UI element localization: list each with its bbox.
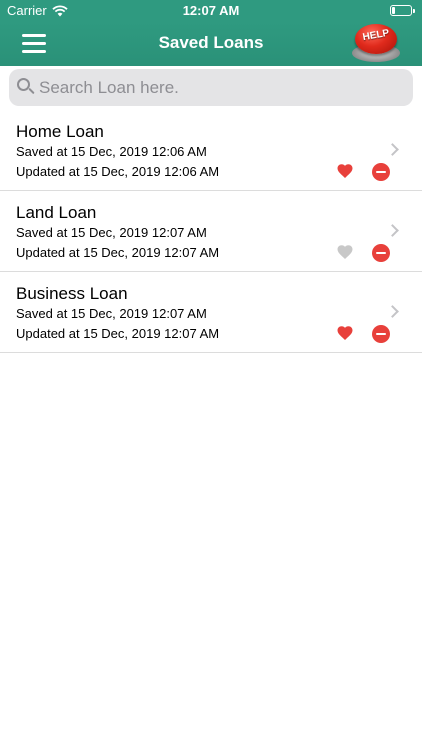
saved-timestamp: Saved at 15 Dec, 2019 12:07 AM xyxy=(16,306,207,321)
heart-icon[interactable] xyxy=(336,162,354,180)
chevron-right-icon xyxy=(386,305,399,318)
loan-name: Business Loan xyxy=(16,284,128,303)
status-time: 12:07 AM xyxy=(182,3,240,18)
heart-icon[interactable] xyxy=(336,243,354,261)
search-input[interactable] xyxy=(39,69,407,106)
chevron-right-icon xyxy=(386,224,399,237)
help-button[interactable]: HELP xyxy=(350,20,402,66)
chevron-right-icon xyxy=(386,143,399,156)
saved-timestamp: Saved at 15 Dec, 2019 12:06 AM xyxy=(16,144,207,159)
battery-icon xyxy=(390,5,415,16)
heart-icon[interactable] xyxy=(336,324,354,342)
search-icon xyxy=(17,78,37,98)
remove-icon[interactable] xyxy=(372,163,390,181)
status-bar: Carrier 12:07 AM xyxy=(0,0,422,22)
list-item[interactable]: Land Loan Saved at 15 Dec, 2019 12:07 AM… xyxy=(0,191,422,272)
search-bar xyxy=(9,69,413,106)
updated-timestamp: Updated at 15 Dec, 2019 12:06 AM xyxy=(16,164,220,179)
loan-name: Home Loan xyxy=(16,122,104,141)
remove-icon[interactable] xyxy=(372,325,390,343)
updated-timestamp: Updated at 15 Dec, 2019 12:07 AM xyxy=(16,245,220,260)
saved-timestamp: Saved at 15 Dec, 2019 12:07 AM xyxy=(16,225,207,240)
remove-icon[interactable] xyxy=(372,244,390,262)
list-item[interactable]: Home Loan Saved at 15 Dec, 2019 12:06 AM… xyxy=(0,110,422,191)
list-item[interactable]: Business Loan Saved at 15 Dec, 2019 12:0… xyxy=(0,272,422,353)
updated-timestamp: Updated at 15 Dec, 2019 12:07 AM xyxy=(16,326,220,341)
loan-name: Land Loan xyxy=(16,203,97,222)
loan-list: Home Loan Saved at 15 Dec, 2019 12:06 AM… xyxy=(0,110,422,353)
